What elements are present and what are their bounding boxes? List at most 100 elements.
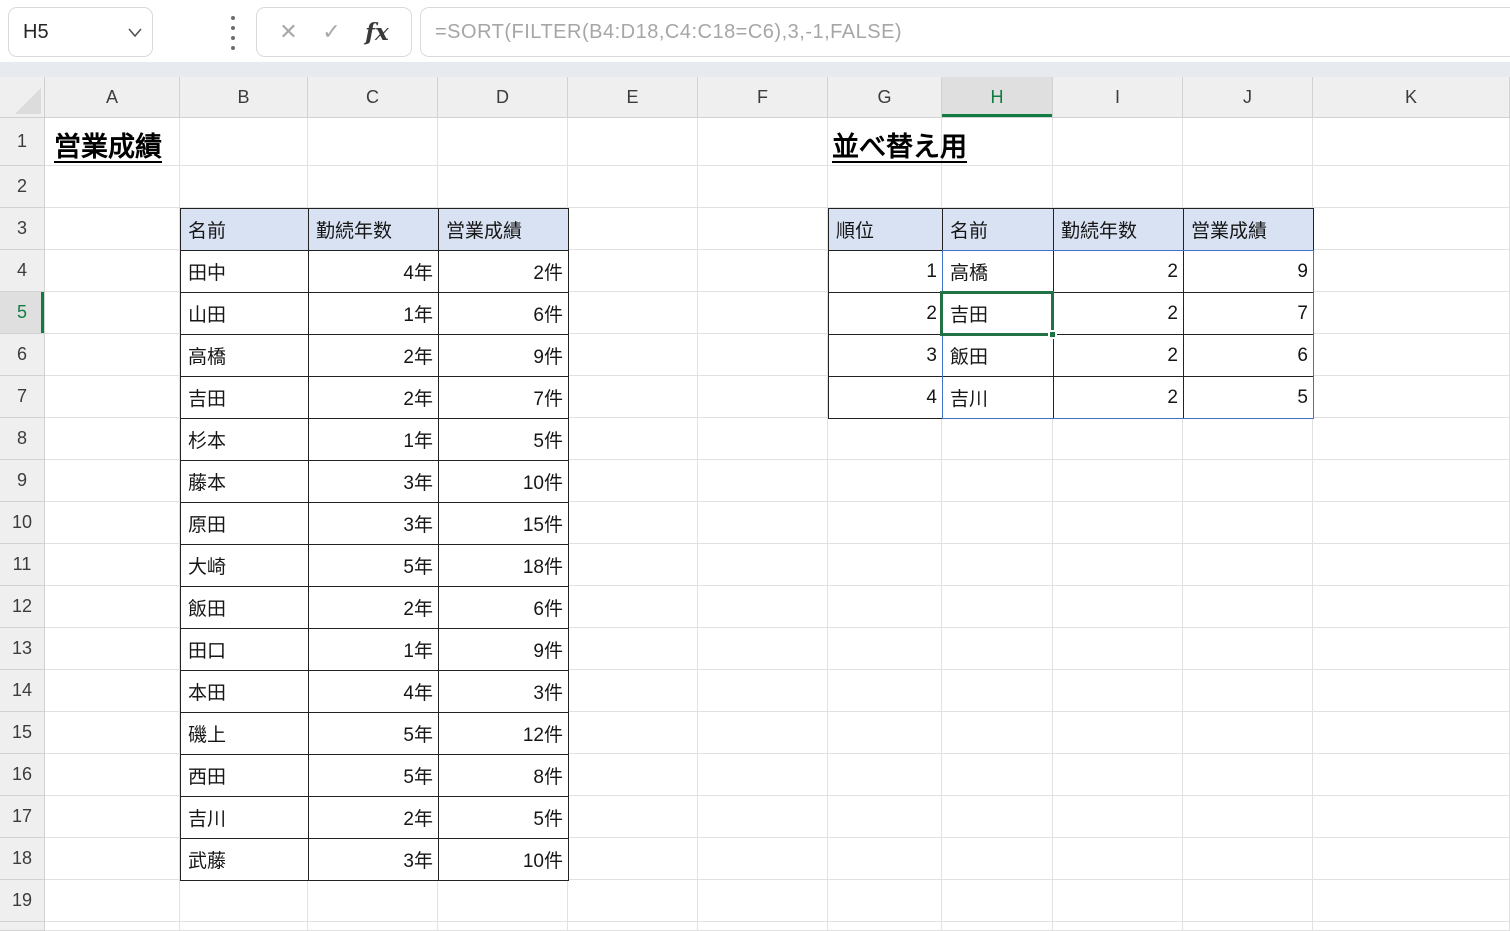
sales-cell[interactable]: 原田 [181, 503, 309, 545]
sorted-cell[interactable]: 7 [1184, 293, 1314, 335]
grid-cell-A16[interactable] [45, 754, 180, 796]
grid-cell-H16[interactable] [942, 754, 1053, 796]
grid-cell-K14[interactable] [1313, 670, 1510, 712]
sales-cell[interactable]: 2年 [309, 587, 439, 629]
grid-cell-I9[interactable] [1053, 460, 1183, 502]
grid-cell-K18[interactable] [1313, 838, 1510, 880]
grid-cell-E9[interactable] [568, 460, 698, 502]
grid-cell-J19[interactable] [1183, 880, 1313, 922]
grid-cell-K19[interactable] [1313, 880, 1510, 922]
sales-header-cell[interactable]: 勤続年数 [309, 209, 439, 251]
grid-cell-E2[interactable] [568, 166, 698, 208]
sales-cell[interactable]: 磯上 [181, 713, 309, 755]
enter-icon[interactable]: ✓ [322, 21, 340, 43]
grid-cell-G2[interactable] [828, 166, 942, 208]
sales-cell[interactable]: 2年 [309, 797, 439, 839]
grid-cell-I20[interactable] [1053, 922, 1183, 931]
grid-cell-I19[interactable] [1053, 880, 1183, 922]
grid-cell-J14[interactable] [1183, 670, 1313, 712]
sales-cell[interactable]: 10件 [439, 839, 569, 881]
row-header-3[interactable]: 3 [0, 208, 45, 250]
grid-cell-E12[interactable] [568, 586, 698, 628]
sorted-header-cell[interactable]: 勤続年数 [1054, 209, 1184, 251]
sorted-cell[interactable]: 6 [1184, 335, 1314, 377]
grid-cell-A12[interactable] [45, 586, 180, 628]
grid-cell-G20[interactable] [828, 922, 942, 931]
column-header-F[interactable]: F [698, 77, 828, 118]
grid-cell-E1[interactable] [568, 118, 698, 166]
row-header-19[interactable]: 19 [0, 880, 45, 922]
name-box[interactable]: H5 [8, 7, 153, 57]
grid-cell-F12[interactable] [698, 586, 828, 628]
grid-cell-C1[interactable] [308, 118, 438, 166]
sales-header-cell[interactable]: 営業成績 [439, 209, 569, 251]
sales-cell[interactable]: 本田 [181, 671, 309, 713]
sales-cell[interactable]: 2年 [309, 377, 439, 419]
grid-cell-F18[interactable] [698, 838, 828, 880]
sales-cell[interactable]: 2件 [439, 251, 569, 293]
sales-cell[interactable]: 1年 [309, 293, 439, 335]
grid-cell-H2[interactable] [942, 166, 1053, 208]
grid-cell-H12[interactable] [942, 586, 1053, 628]
grid-cell-J16[interactable] [1183, 754, 1313, 796]
grid-cell-F5[interactable] [698, 292, 828, 334]
grid-cell-G16[interactable] [828, 754, 942, 796]
grid-cell-E15[interactable] [568, 712, 698, 754]
grid-cell-F3[interactable] [698, 208, 828, 250]
sales-cell[interactable]: 杉本 [181, 419, 309, 461]
sorted-cell[interactable]: 2 [1054, 335, 1184, 377]
sorted-header-cell[interactable]: 営業成績 [1184, 209, 1314, 251]
sorted-cell[interactable]: 4 [829, 377, 943, 419]
grid-cell-H11[interactable] [942, 544, 1053, 586]
grid-cell-E4[interactable] [568, 250, 698, 292]
sales-cell[interactable]: 飯田 [181, 587, 309, 629]
row-header-4[interactable]: 4 [0, 250, 45, 292]
sales-cell[interactable]: 武藤 [181, 839, 309, 881]
column-header-I[interactable]: I [1053, 77, 1183, 118]
sales-cell[interactable]: 吉田 [181, 377, 309, 419]
row-header-17[interactable]: 17 [0, 796, 45, 838]
sorted-cell[interactable]: 9 [1184, 251, 1314, 293]
grid-cell-K15[interactable] [1313, 712, 1510, 754]
grid-cell-A8[interactable] [45, 418, 180, 460]
formula-bar[interactable]: =SORT(FILTER(B4:D18,C4:C18=C6),3,-1,FALS… [420, 7, 1510, 57]
grid-cell-H8[interactable] [942, 418, 1053, 460]
grid-cell-A11[interactable] [45, 544, 180, 586]
grid-cell-J11[interactable] [1183, 544, 1313, 586]
sales-cell[interactable]: 7件 [439, 377, 569, 419]
column-header-E[interactable]: E [568, 77, 698, 118]
grid-cell-F17[interactable] [698, 796, 828, 838]
grid-cell-C2[interactable] [308, 166, 438, 208]
grid-cell-J17[interactable] [1183, 796, 1313, 838]
grid-cell-J12[interactable] [1183, 586, 1313, 628]
sorted-cell[interactable]: 2 [1054, 251, 1184, 293]
grid-cell-I13[interactable] [1053, 628, 1183, 670]
sales-cell[interactable]: 2年 [309, 335, 439, 377]
sales-header-cell[interactable]: 名前 [181, 209, 309, 251]
sales-cell[interactable]: 12件 [439, 713, 569, 755]
grid-cell-E17[interactable] [568, 796, 698, 838]
row-header-6[interactable]: 6 [0, 334, 45, 376]
sales-cell[interactable]: 3年 [309, 839, 439, 881]
grid-cell-H20[interactable] [942, 922, 1053, 931]
grid-cell-E6[interactable] [568, 334, 698, 376]
sales-cell[interactable]: 8件 [439, 755, 569, 797]
row-header-14[interactable]: 14 [0, 670, 45, 712]
grid-cell-I18[interactable] [1053, 838, 1183, 880]
sales-cell[interactable]: 藤本 [181, 461, 309, 503]
formula-bar-drag-handle[interactable] [231, 16, 236, 50]
grid-cell-J1[interactable] [1183, 118, 1313, 166]
column-header-H[interactable]: H [942, 77, 1053, 118]
cancel-icon[interactable]: ✕ [279, 21, 297, 43]
grid-cell-E7[interactable] [568, 376, 698, 418]
grid-cell-H17[interactable] [942, 796, 1053, 838]
column-header-J[interactable]: J [1183, 77, 1313, 118]
grid-cell-F14[interactable] [698, 670, 828, 712]
grid-cell-K6[interactable] [1313, 334, 1510, 376]
row-header-18[interactable]: 18 [0, 838, 45, 880]
grid-cell-E11[interactable] [568, 544, 698, 586]
grid-cell-F19[interactable] [698, 880, 828, 922]
sheet-title-sort[interactable]: 並べ替え用 [832, 125, 967, 164]
column-header-B[interactable]: B [180, 77, 308, 118]
grid-cell-E13[interactable] [568, 628, 698, 670]
